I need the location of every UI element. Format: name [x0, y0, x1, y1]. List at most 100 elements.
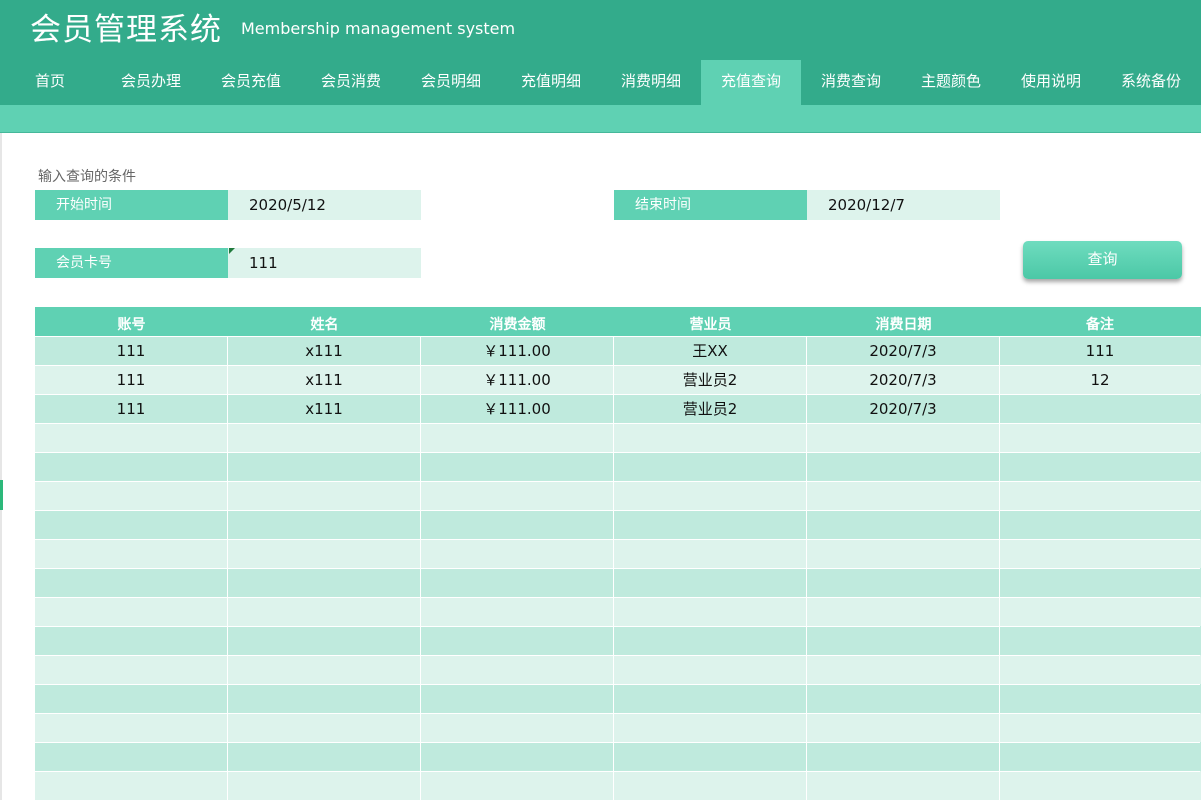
table-cell [807, 539, 1000, 568]
card-number-label: 会员卡号 [35, 248, 228, 278]
end-time-input[interactable]: 2020/12/7 [807, 190, 1000, 220]
nav-item-theme-color[interactable]: 主题颜色 [901, 60, 1001, 105]
table-cell: ￥111.00 [421, 365, 614, 394]
table-cell: 营业员2 [614, 394, 807, 423]
table-cell: 111 [1000, 336, 1200, 365]
table-row [35, 742, 1201, 771]
table-cell [421, 481, 614, 510]
table-cell [421, 742, 614, 771]
table-cell [421, 423, 614, 452]
table-cell: ￥111.00 [421, 394, 614, 423]
results-table: 账号 姓名 消费金额 营业员 消费日期 备注 111 x111 ￥111.00 王XX… [35, 307, 1201, 800]
table-row [35, 568, 1201, 597]
nav-item-home[interactable]: 首页 [0, 60, 100, 105]
table-cell: 王XX [614, 336, 807, 365]
table-cell [35, 423, 228, 452]
nav-item-member-detail[interactable]: 会员明细 [401, 60, 501, 105]
table-cell: 12 [1000, 365, 1200, 394]
table-cell [1000, 713, 1200, 742]
table-cell [807, 423, 1000, 452]
table-row [35, 655, 1201, 684]
table-cell [35, 510, 228, 539]
table-row: 111 x111 ￥111.00 王XX 2020/7/3 111 [35, 336, 1201, 365]
table-cell: ￥111.00 [421, 336, 614, 365]
table-cell [614, 684, 807, 713]
table-cell [1000, 684, 1200, 713]
table-cell [228, 684, 421, 713]
table-cell [1000, 626, 1200, 655]
main-nav: 首页 会员办理 会员充值 会员消费 会员明细 充值明细 消费明细 充值查询 消费… [0, 60, 1201, 105]
column-header-remark: 备注 [1086, 317, 1114, 333]
column-header-clerk: 营业员 [689, 317, 732, 333]
table-row: 111 x111 ￥111.00 营业员2 2020/7/3 12 [35, 365, 1201, 394]
table-row [35, 684, 1201, 713]
table-cell [614, 510, 807, 539]
table-row [35, 423, 1201, 452]
sub-bar [0, 105, 1201, 133]
nav-item-system-backup[interactable]: 系统备份 [1101, 60, 1201, 105]
table-cell [614, 423, 807, 452]
table-cell [1000, 568, 1200, 597]
table-cell [228, 771, 421, 800]
table-cell [228, 626, 421, 655]
table-cell [228, 452, 421, 481]
nav-item-recharge-query[interactable]: 充值查询 [701, 60, 801, 105]
table-cell [421, 684, 614, 713]
table-cell: 2020/7/3 [807, 336, 1000, 365]
end-time-label: 结束时间 [614, 190, 807, 220]
table-cell [807, 771, 1000, 800]
start-time-label: 开始时间 [35, 190, 228, 220]
table-cell [807, 626, 1000, 655]
query-button[interactable]: 查询 [1023, 241, 1182, 279]
table-cell [35, 771, 228, 800]
table-cell: 营业员2 [614, 365, 807, 394]
table-row [35, 713, 1201, 742]
column-header-date: 消费日期 [875, 317, 932, 333]
table-cell [421, 713, 614, 742]
table-cell [228, 568, 421, 597]
table-cell [35, 626, 228, 655]
table-cell [1000, 742, 1200, 771]
table-cell [421, 655, 614, 684]
table-cell [228, 742, 421, 771]
nav-item-consume-query[interactable]: 消费查询 [801, 60, 901, 105]
table-cell: 2020/7/3 [807, 394, 1000, 423]
table-cell [1000, 771, 1200, 800]
table-cell [807, 568, 1000, 597]
nav-item-recharge-detail[interactable]: 充值明细 [501, 60, 601, 105]
table-row [35, 481, 1201, 510]
app-subtitle: Membership management system [241, 19, 516, 38]
table-cell [35, 597, 228, 626]
table-cell [807, 742, 1000, 771]
table-cell [35, 568, 228, 597]
table-cell: 111 [35, 336, 228, 365]
column-header-name: 姓名 [310, 317, 339, 333]
form-caption: 输入查询的条件 [38, 169, 136, 185]
table-cell [421, 626, 614, 655]
table-cell [421, 510, 614, 539]
card-number-input[interactable]: 111 [228, 248, 421, 278]
nav-item-member-recharge[interactable]: 会员充值 [201, 60, 301, 105]
table-row [35, 452, 1201, 481]
table-cell [807, 481, 1000, 510]
nav-item-member-register[interactable]: 会员办理 [101, 60, 201, 105]
table-cell [228, 510, 421, 539]
table-cell [614, 626, 807, 655]
table-cell [614, 539, 807, 568]
table-cell [228, 539, 421, 568]
table-cell [1000, 597, 1200, 626]
table-cell [1000, 481, 1200, 510]
start-time-input[interactable]: 2020/5/12 [228, 190, 421, 220]
table-cell: x111 [228, 365, 421, 394]
table-cell: 2020/7/3 [807, 365, 1000, 394]
nav-item-member-consume[interactable]: 会员消费 [301, 60, 401, 105]
column-header-amount: 消费金额 [489, 317, 546, 333]
table-cell [35, 539, 228, 568]
table-cell [614, 597, 807, 626]
table-cell: 111 [35, 365, 228, 394]
nav-item-instructions[interactable]: 使用说明 [1001, 60, 1101, 105]
table-cell [614, 771, 807, 800]
nav-item-consume-detail[interactable]: 消费明细 [601, 60, 701, 105]
left-edge [0, 133, 2, 800]
table-row: 111 x111 ￥111.00 营业员2 2020/7/3 [35, 394, 1201, 423]
